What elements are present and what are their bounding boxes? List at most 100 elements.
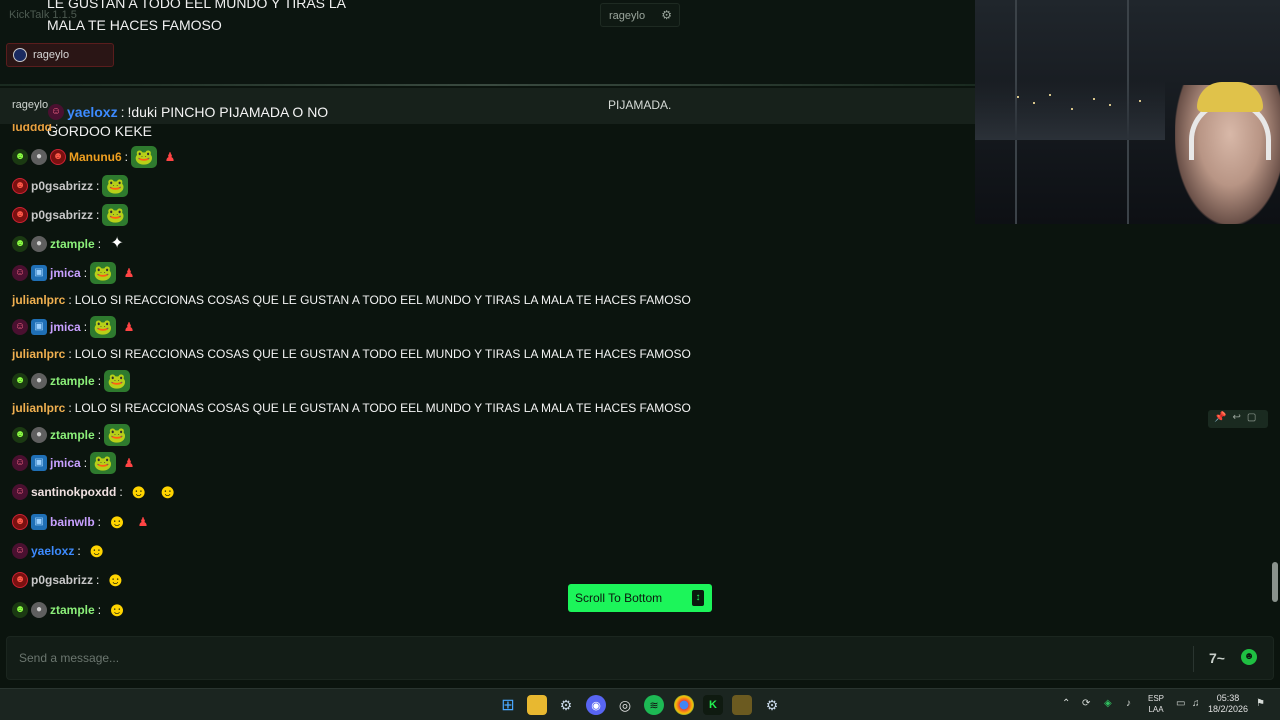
badge-icon: ☻ (12, 602, 28, 618)
copy-icon[interactable]: ▢ (1247, 412, 1256, 426)
chat-message: ☻ ● ztample: 🐸 (12, 422, 131, 448)
sync-icon[interactable]: ⟳ (1082, 698, 1090, 709)
username[interactable]: p0gsabrizz (31, 573, 93, 587)
username[interactable]: julianlprc (12, 293, 65, 307)
pin-icon[interactable]: 📌 (1214, 412, 1226, 426)
small-emote-icon[interactable]: ♟ (119, 452, 139, 474)
username[interactable]: ludddd (12, 124, 52, 134)
kicktalk-icon[interactable]: K (703, 695, 723, 715)
username[interactable]: jmica (50, 320, 81, 334)
clock[interactable]: 05:38 18/2/2026 (1208, 693, 1248, 715)
chevron-up-icon[interactable]: ⌃ (1062, 698, 1070, 709)
badge-icon: ☺ (12, 319, 28, 335)
chrome-icon[interactable] (674, 695, 694, 715)
chat-message: ☺ ▣ jmica: 🐸 ♟ (12, 260, 139, 286)
message-tools: 📌 ↩ ▢ (1208, 410, 1268, 428)
language-indicator[interactable]: ESP LAA (1148, 693, 1164, 715)
yellow-emote-icon[interactable]: ☻ (104, 511, 130, 533)
username[interactable]: ztample (50, 374, 95, 388)
divider (0, 84, 975, 86)
pepe-emote-icon[interactable]: 🐸 (90, 262, 117, 284)
minecraft-icon[interactable] (732, 695, 752, 715)
kick-emote-icon[interactable]: ☻ (1241, 649, 1257, 665)
chat-message: julianlprc: LOLO SI REACCIONAS COSAS QUE … (12, 347, 691, 361)
badge-icon: ☻ (12, 236, 28, 252)
badge-icon: ☻ (12, 572, 28, 588)
overlay-line: LE GUSTAN A TODO EEL MUNDO Y TIRAS LA (47, 0, 347, 11)
streamer-pill[interactable]: rageylo ⚙ (600, 3, 680, 27)
yellow-emote-icon[interactable]: ☻ (84, 540, 110, 562)
yellow-emote-icon[interactable]: ☻ (104, 599, 130, 621)
volume-icon[interactable]: ♫ (1192, 698, 1200, 709)
chat-message: ☻ ● ztample: ☻ (12, 597, 130, 623)
spotify-icon[interactable]: ≋ (644, 695, 664, 715)
badge-icon: ☻ (12, 178, 28, 194)
chat-message: ☻ p0gsabrizz: 🐸 (12, 202, 129, 228)
microphone-icon[interactable]: ♪ (1126, 698, 1131, 709)
username[interactable]: santinokpoxdd (31, 485, 116, 499)
shield-icon[interactable]: ◈ (1104, 698, 1112, 709)
steam-icon[interactable]: ⚙ (556, 695, 576, 715)
username[interactable]: ztample (50, 237, 95, 251)
chatroom-tab-label: rageylo (33, 49, 70, 61)
file-explorer-icon[interactable] (527, 695, 547, 715)
small-emote-icon[interactable]: ♟ (119, 262, 139, 284)
stream-video[interactable] (975, 0, 1280, 224)
badge-icon: ☺ (12, 265, 28, 281)
username[interactable]: yaeloxz (31, 544, 74, 558)
reply-icon[interactable]: ↩ (1232, 412, 1240, 426)
username[interactable]: Manunu6 (69, 150, 122, 164)
yellow-emote-icon[interactable]: ☻ (102, 569, 128, 591)
pepe-emote-icon[interactable]: 🐸 (104, 370, 131, 392)
badge-icon: ▣ (31, 455, 47, 471)
chat-message: ☻ p0gsabrizz: 🐸 (12, 173, 129, 199)
yellow-emote-icon[interactable]: ☻ (155, 481, 181, 503)
username[interactable]: julianlprc (12, 401, 65, 415)
yellow-emote-icon[interactable]: ☻ (126, 481, 152, 503)
notification-icon[interactable]: ⚑ (1256, 698, 1265, 709)
username[interactable]: ztample (50, 428, 95, 442)
username[interactable]: jmica (50, 456, 81, 470)
badge-icon: ☺ (48, 104, 64, 120)
pepe-emote-icon[interactable]: 🐸 (102, 204, 129, 226)
username[interactable]: bainwlb (50, 515, 95, 529)
steam-icon[interactable]: ⚙ (762, 695, 782, 715)
message-text: LOLO SI REACCIONAS COSAS QUE LE GUSTAN A… (74, 347, 691, 361)
white-emote-icon[interactable]: ✦ (104, 233, 130, 255)
badge-icon: ☻ (12, 149, 28, 165)
badge-icon: ☺ (12, 484, 28, 500)
arrow-down-icon: ↕ (692, 590, 704, 606)
overlay-line: MALA TE HACES FAMOSO (47, 17, 222, 33)
small-emote-icon[interactable]: ♟ (133, 511, 153, 533)
chat-message: ☻ ● ztample: ✦ (12, 231, 130, 257)
message-input[interactable] (7, 637, 1187, 679)
small-emote-icon[interactable]: ♟ (119, 316, 139, 338)
username[interactable]: p0gsabrizz (31, 179, 93, 193)
scrollbar[interactable] (1272, 562, 1278, 602)
pepe-emote-icon[interactable]: 🐸 (90, 316, 117, 338)
pinned-text: PIJAMADA. (608, 98, 672, 112)
windows-start-icon[interactable]: ⊞ (498, 695, 518, 715)
chatroom-tab-rageylo[interactable]: rageylo (6, 43, 114, 67)
seventv-emote-icon[interactable]: 7~ (1209, 650, 1225, 666)
username[interactable]: yaeloxz (67, 104, 118, 120)
badge-icon: ▣ (31, 319, 47, 335)
username[interactable]: julianlprc (12, 347, 65, 361)
discord-icon[interactable]: ◉ (586, 695, 606, 715)
obs-icon[interactable]: ◎ (615, 695, 635, 715)
username[interactable]: ztample (50, 603, 95, 617)
username[interactable]: p0gsabrizz (31, 208, 93, 222)
chat-message: ☻ ● ☻ Manunu6: 🐸 ♟ (12, 144, 180, 170)
pepe-emote-icon[interactable]: 🐸 (102, 175, 129, 197)
small-emote-icon[interactable]: ♟ (160, 146, 180, 168)
username[interactable]: jmica (50, 266, 81, 280)
divider (1193, 646, 1194, 672)
pepe-emote-icon[interactable]: 🐸 (104, 424, 131, 446)
pepe-emote-icon[interactable]: 🐸 (90, 452, 117, 474)
beanie (1197, 82, 1263, 112)
chat-message: ☺ yaeloxz: ☻ (12, 538, 110, 564)
network-icon[interactable]: ▭ (1176, 698, 1185, 709)
scroll-to-bottom-button[interactable]: Scroll To Bottom ↕ (568, 584, 712, 612)
gear-icon[interactable]: ⚙ (661, 8, 672, 22)
pepe-emote-icon[interactable]: 🐸 (131, 146, 158, 168)
